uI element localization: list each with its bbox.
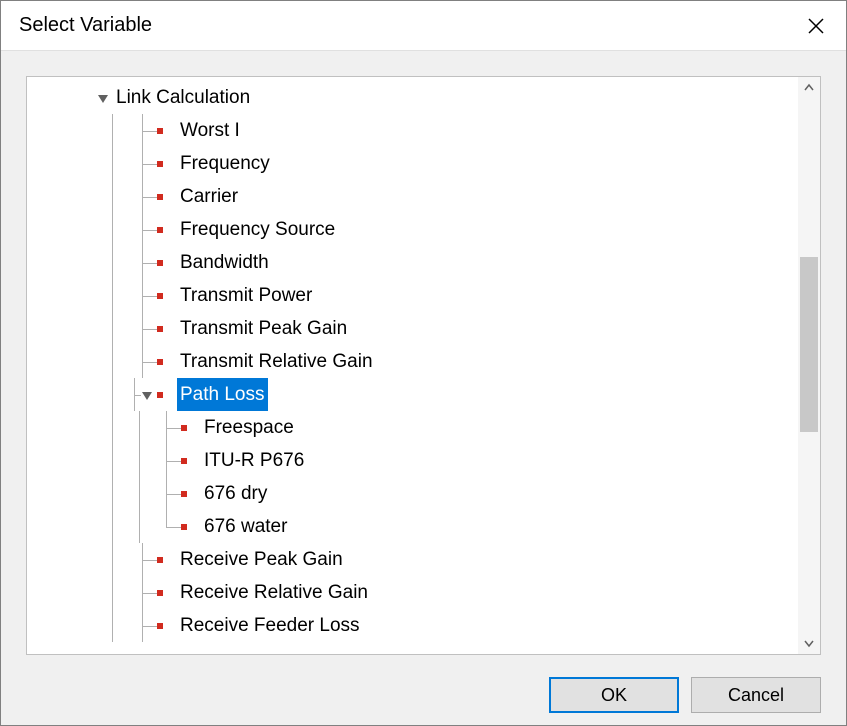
- bullet-icon: [157, 590, 163, 596]
- tree-node-label: Receive Relative Gain: [177, 576, 371, 609]
- bullet-icon: [157, 128, 163, 134]
- tree-node-label: Frequency Source: [177, 213, 338, 246]
- bullet-icon: [157, 359, 163, 365]
- bullet-icon: [157, 392, 163, 398]
- scroll-down-button[interactable]: [798, 632, 820, 654]
- tree-node-worst-i[interactable]: Worst I: [27, 114, 798, 147]
- tree-node-label: Carrier: [177, 180, 241, 213]
- scroll-up-button[interactable]: [798, 77, 820, 99]
- tree-node-transmit-power[interactable]: Transmit Power: [27, 279, 798, 312]
- select-variable-dialog: Select Variable Link Calculation: [0, 0, 847, 726]
- tree-node-label: Link Calculation: [113, 81, 253, 114]
- tree-scroll-viewport[interactable]: Link Calculation Worst I: [27, 77, 798, 654]
- tree-node-label: Worst I: [177, 114, 243, 147]
- tree-node-676-dry[interactable]: 676 dry: [27, 477, 798, 510]
- tree-node-label: Freespace: [201, 411, 297, 444]
- bullet-icon: [157, 161, 163, 167]
- tree-node-label: 676 dry: [201, 477, 270, 510]
- tree-node-receive-relative-gain[interactable]: Receive Relative Gain: [27, 576, 798, 609]
- tree-node-transmit-relative-gain[interactable]: Transmit Relative Gain: [27, 345, 798, 378]
- bullet-icon: [181, 425, 187, 431]
- tree-node-label: Receive Feeder Loss: [177, 609, 363, 642]
- tree-node-itu-r-p676[interactable]: ITU-R P676: [27, 444, 798, 477]
- tree-node-label: Transmit Peak Gain: [177, 312, 350, 345]
- chevron-down-icon[interactable]: [141, 389, 153, 401]
- titlebar: Select Variable: [1, 1, 846, 51]
- tree-container: Link Calculation Worst I: [26, 76, 821, 655]
- tree-node-label: ITU-R P676: [201, 444, 307, 477]
- cancel-button[interactable]: Cancel: [691, 677, 821, 713]
- tree-node-transmit-peak-gain[interactable]: Transmit Peak Gain: [27, 312, 798, 345]
- bullet-icon: [181, 458, 187, 464]
- close-button[interactable]: [801, 11, 831, 41]
- bullet-icon: [157, 194, 163, 200]
- bullet-icon: [157, 293, 163, 299]
- tree-node-676-water[interactable]: 676 water: [27, 510, 798, 543]
- tree-node-label: Receive Peak Gain: [177, 543, 346, 576]
- content-area: Link Calculation Worst I: [1, 51, 846, 665]
- chevron-down-icon: [804, 638, 814, 648]
- dialog-title: Select Variable: [19, 14, 152, 37]
- bullet-icon: [181, 491, 187, 497]
- chevron-down-icon[interactable]: [97, 92, 109, 104]
- tree-node-receive-feeder-loss[interactable]: Receive Feeder Loss: [27, 609, 798, 642]
- bullet-icon: [181, 524, 187, 530]
- tree-node-label: Transmit Relative Gain: [177, 345, 376, 378]
- tree-node-link-calculation[interactable]: Link Calculation: [27, 81, 798, 114]
- tree-node-label: Path Loss: [177, 378, 268, 411]
- tree-node-frequency[interactable]: Frequency: [27, 147, 798, 180]
- tree-node-label: Bandwidth: [177, 246, 272, 279]
- tree-node-carrier[interactable]: Carrier: [27, 180, 798, 213]
- tree-node-receive-peak-gain[interactable]: Receive Peak Gain: [27, 543, 798, 576]
- chevron-up-icon: [804, 83, 814, 93]
- tree-node-bandwidth[interactable]: Bandwidth: [27, 246, 798, 279]
- tree-node-label: Transmit Power: [177, 279, 315, 312]
- tree-node-path-loss[interactable]: Path Loss: [27, 378, 798, 411]
- variable-tree: Link Calculation Worst I: [27, 77, 798, 642]
- bullet-icon: [157, 557, 163, 563]
- vertical-scrollbar[interactable]: [798, 77, 820, 654]
- scroll-thumb[interactable]: [800, 257, 818, 432]
- bullet-icon: [157, 623, 163, 629]
- bullet-icon: [157, 227, 163, 233]
- tree-node-freespace[interactable]: Freespace: [27, 411, 798, 444]
- bullet-icon: [157, 326, 163, 332]
- close-icon: [808, 18, 824, 34]
- bullet-icon: [157, 260, 163, 266]
- ok-button[interactable]: OK: [549, 677, 679, 713]
- tree-node-label: 676 water: [201, 510, 290, 543]
- tree-node-label: Frequency: [177, 147, 273, 180]
- tree-node-frequency-source[interactable]: Frequency Source: [27, 213, 798, 246]
- button-bar: OK Cancel: [1, 665, 846, 725]
